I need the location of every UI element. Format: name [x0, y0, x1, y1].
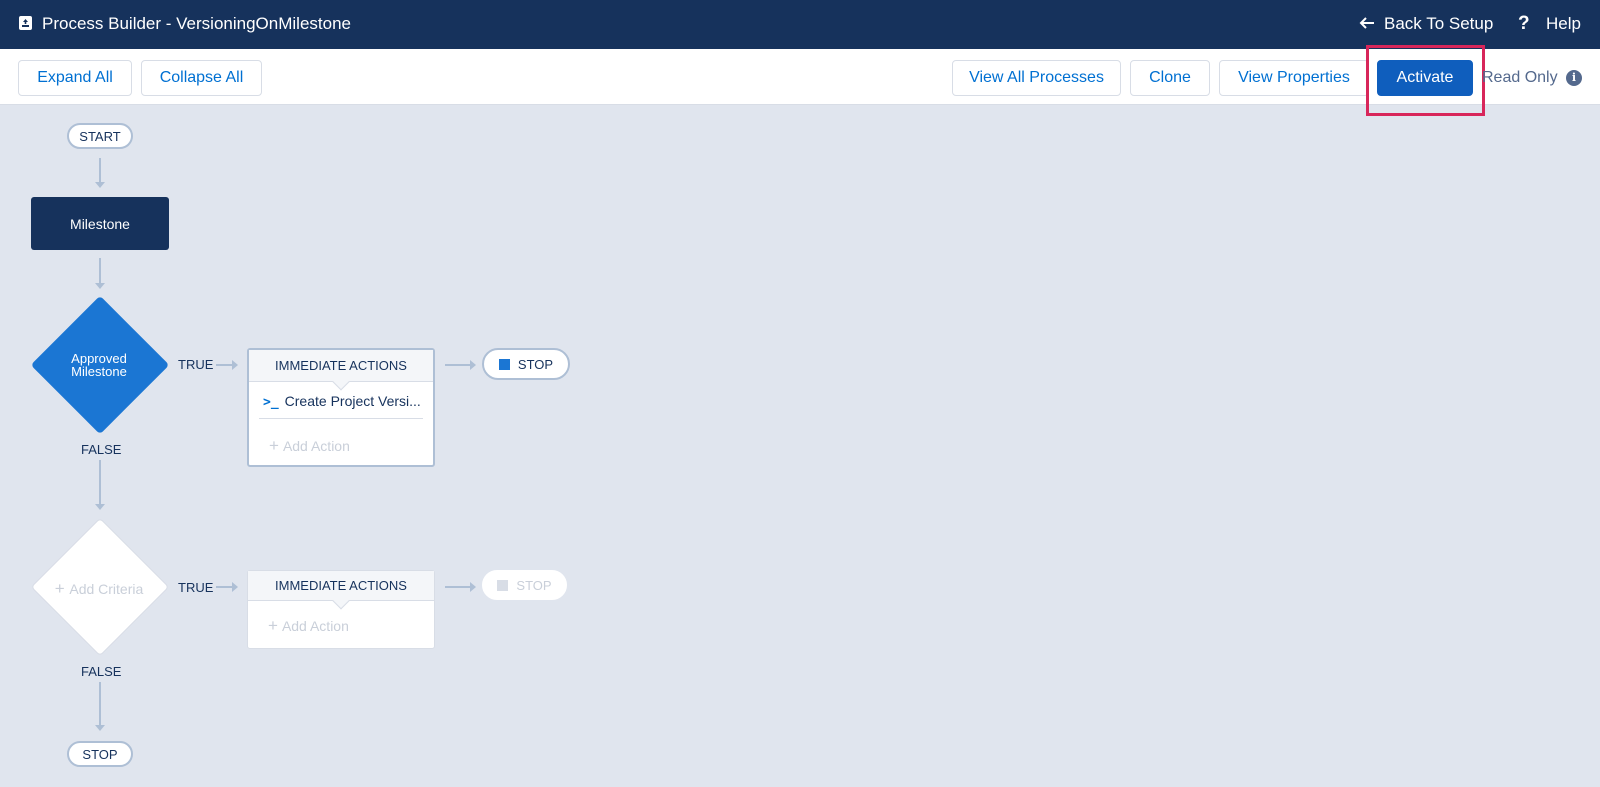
start-node: START — [67, 123, 133, 149]
header-notch — [332, 592, 350, 610]
true-branch-label: TRUE — [178, 580, 214, 595]
connector-line — [216, 586, 233, 588]
divider — [259, 418, 423, 419]
connector-line — [445, 364, 471, 366]
header-notch — [332, 373, 350, 391]
immediate-actions-header: IMMEDIATE ACTIONS — [248, 571, 434, 610]
connector-line — [445, 586, 471, 588]
process-builder-icon — [19, 16, 32, 30]
end-stop-node: STOP — [67, 741, 133, 767]
immediate-actions-panel-placeholder: IMMEDIATE ACTIONS + Add Action — [247, 570, 435, 649]
stop-icon — [498, 358, 510, 370]
false-branch-label: FALSE — [81, 442, 122, 457]
stop-node[interactable]: STOP — [482, 348, 570, 380]
page-title: Process Builder - VersioningOnMilestone — [42, 14, 351, 33]
connector-line — [99, 158, 101, 183]
plus-icon: + — [268, 616, 278, 635]
plus-icon: + — [54, 579, 70, 598]
read-only-label: Read Only — [1482, 69, 1558, 86]
expand-all-button[interactable]: Expand All — [18, 60, 132, 96]
back-arrow-icon[interactable] — [1358, 14, 1376, 32]
connector-arrow — [470, 360, 476, 370]
connector-arrow — [232, 582, 238, 592]
back-to-setup-link[interactable]: Back To Setup — [1384, 13, 1493, 35]
connector-arrow — [95, 182, 105, 188]
apex-icon: >_ — [263, 395, 279, 410]
connector-arrow — [95, 725, 105, 731]
help-icon[interactable]: ? — [1518, 13, 1530, 35]
collapse-all-button[interactable]: Collapse All — [141, 60, 262, 96]
connector-arrow — [232, 360, 238, 370]
view-properties-button[interactable]: View Properties — [1219, 60, 1369, 96]
activate-highlight-box — [1366, 45, 1485, 116]
clone-button[interactable]: Clone — [1130, 60, 1210, 96]
stop-node-placeholder: STOP — [482, 570, 567, 600]
toolbar: Expand All Collapse All View All Process… — [0, 49, 1600, 105]
immediate-actions-panel: IMMEDIATE ACTIONS >_ Create Project Versi… — [247, 348, 435, 467]
add-action-link[interactable]: + Add Action — [269, 436, 350, 456]
connector-arrow — [470, 582, 476, 592]
help-link[interactable]: Help — [1546, 13, 1581, 35]
true-branch-label: TRUE — [178, 357, 214, 372]
add-action-link[interactable]: + Add Action — [268, 616, 349, 636]
connector-line — [216, 364, 233, 366]
add-criteria-link[interactable]: + Add Criteria — [49, 579, 149, 598]
app-header: Process Builder - VersioningOnMilestone … — [0, 0, 1600, 49]
immediate-actions-header: IMMEDIATE ACTIONS — [249, 350, 433, 391]
object-node[interactable]: Milestone — [31, 197, 169, 250]
connector-arrow — [95, 504, 105, 510]
plus-icon: + — [269, 436, 279, 455]
action-item-create-project-version[interactable]: >_ Create Project Versi... — [263, 393, 421, 410]
criteria-label[interactable]: Approved Milestone — [49, 352, 149, 378]
false-branch-label: FALSE — [81, 664, 122, 679]
stop-icon — [497, 579, 509, 591]
connector-line — [99, 258, 101, 284]
view-all-processes-button[interactable]: View All Processes — [952, 60, 1121, 96]
connector-line — [99, 460, 101, 506]
connector-arrow — [95, 283, 105, 289]
connector-line — [99, 682, 101, 726]
info-icon[interactable]: i — [1566, 70, 1582, 86]
